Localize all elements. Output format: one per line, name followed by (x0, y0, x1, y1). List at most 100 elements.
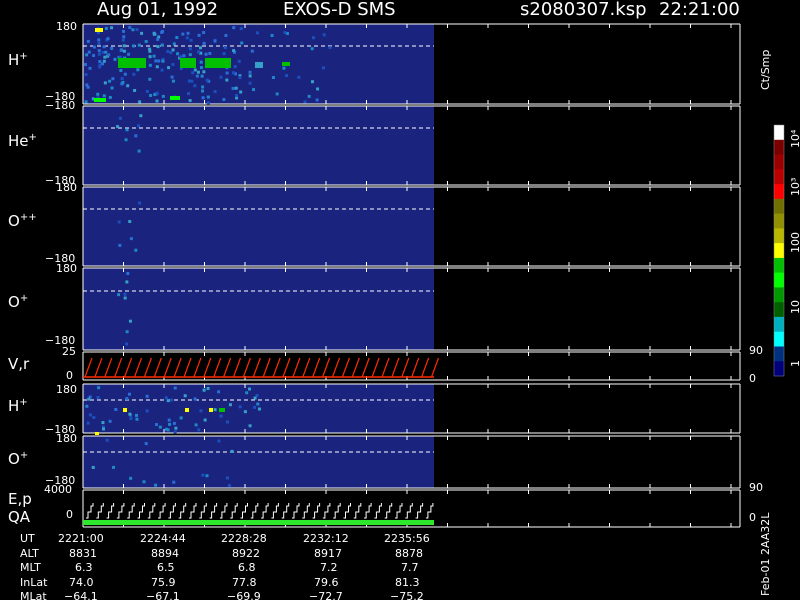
spectrogram-pixel (127, 52, 131, 56)
spectrogram-pixel (203, 418, 207, 422)
y-tick-label: 180 (56, 432, 77, 445)
spectrogram-pixel (144, 39, 148, 43)
spectrogram-pixel (171, 48, 175, 52)
spectrogram-pixel (129, 476, 133, 480)
spectrogram-pixel (237, 59, 241, 63)
spectrogram-pixel (181, 32, 185, 36)
spectrogram-pixel (310, 47, 314, 51)
spectrogram-pixel (125, 280, 129, 284)
spectrogram-pixel (128, 26, 132, 30)
spectrogram-pixel (243, 410, 247, 414)
alt-value: 8894 (151, 547, 179, 560)
spectrogram-pixel (96, 395, 100, 399)
spectrogram-pixel (217, 390, 221, 394)
spectrogram-pixel (233, 65, 237, 69)
spectrogram-pixel (197, 428, 201, 432)
spectrogram-pixel (135, 417, 139, 421)
spectrogram-pixel (252, 88, 256, 92)
spectrogram-pixel (84, 73, 88, 77)
spectrogram-pixel (87, 50, 91, 54)
spectrogram-pixel (142, 480, 146, 484)
spectrogram-pixel (202, 31, 206, 35)
panel-label-e-p: E,p (8, 490, 32, 508)
spectrogram-pixel (101, 421, 105, 425)
sms-summary-plot: { "header": { "date": "Aug 01, 1992", "i… (0, 0, 800, 600)
spectrogram-pixel (92, 45, 96, 49)
spectrogram-pixel (172, 42, 176, 46)
spectrogram-pixel (164, 396, 168, 400)
spectrogram-pixel (114, 407, 118, 411)
spectrogram-pixel (155, 423, 159, 427)
spectrogram-pixel (97, 52, 101, 56)
spectrogram-pixel (189, 38, 193, 42)
spectrogram-pixel (248, 70, 252, 74)
spectrogram-pixel (91, 465, 95, 469)
spectrogram-pixel (239, 90, 243, 94)
spectrogram-pixel (222, 52, 226, 56)
y-tick-label: 180 (56, 383, 77, 396)
qa-status-bar (83, 520, 434, 525)
spectrogram-pixel (201, 85, 205, 89)
spectrogram-pixel (102, 45, 106, 49)
spectrogram-pixel (121, 80, 125, 84)
spectrogram-pixel (117, 293, 121, 297)
spectrogram-pixel (205, 474, 209, 478)
spectrogram-pixel (316, 87, 320, 91)
colorbar-swatch (774, 316, 784, 333)
spectrogram-pixel (238, 76, 242, 80)
spectrogram-pixel (102, 427, 106, 431)
spectrogram-pixel (297, 75, 301, 79)
spectrogram-pixel (97, 49, 101, 53)
spectrogram-pixel (134, 134, 138, 138)
spectrogram-pixel (171, 79, 175, 83)
colorbar-title: Ct/Smp (759, 49, 772, 90)
spectrogram-pixel (86, 421, 90, 425)
spectrogram-pixel (322, 33, 326, 37)
spectrogram-area (83, 187, 434, 266)
spectrogram-pixel (148, 63, 152, 67)
energy-step-trace (86, 503, 434, 519)
ut-value: 2221:00 (58, 532, 104, 545)
spectrogram-pixel (113, 57, 117, 61)
spectrogram-pixel (125, 342, 129, 346)
spectrogram-pixel (108, 79, 112, 83)
spectrogram-pixel (311, 36, 315, 40)
spectrogram-pixel (191, 71, 195, 75)
spectrogram-pixel (85, 404, 89, 408)
spectrogram-pixel (110, 26, 114, 30)
spectrogram-pixel (108, 95, 112, 99)
spectrogram-pixel (104, 26, 108, 30)
spectrogram-pixel (202, 388, 206, 392)
spectrogram-pixel (104, 50, 108, 54)
spectrogram-pixel (173, 386, 177, 390)
spectrogram-pixel (107, 53, 111, 57)
spectrogram-pixel (92, 416, 96, 420)
spectrogram-pixel (103, 81, 107, 85)
spectrogram-area (83, 436, 434, 488)
mlat-value: −72.7 (309, 590, 343, 600)
y-tick-label: −180 (45, 99, 76, 112)
y-tick-label: 0 (66, 508, 73, 521)
spectrogram-pixel (228, 403, 232, 407)
spectrogram-pixel (234, 86, 238, 90)
alt-value: 8878 (395, 547, 423, 560)
mlt-value: 7.2 (320, 561, 338, 574)
panel-label-h-plus: H+ (8, 51, 28, 69)
plot-graphics (82, 23, 785, 528)
spectrogram-pixel (137, 43, 141, 47)
inlat-value: 75.9 (151, 576, 176, 589)
spectrogram-pixel (97, 41, 101, 45)
spectrogram-area (83, 268, 434, 350)
spectrogram-pixel (204, 52, 208, 56)
spectrogram-pixel (202, 70, 206, 74)
panel-label-o-plus: O+ (8, 293, 29, 311)
spectrogram-pixel (255, 31, 259, 35)
spectrogram-pixel (140, 31, 144, 35)
spectrogram-pixel (102, 59, 106, 63)
spectrogram-pixel (161, 59, 165, 63)
spectrogram-pixel (97, 386, 101, 390)
colorbar-swatch (774, 213, 784, 229)
spectrogram-pixel (193, 68, 197, 72)
colorbar-label: 1 (789, 360, 800, 367)
spectrogram-pixel (125, 330, 129, 334)
